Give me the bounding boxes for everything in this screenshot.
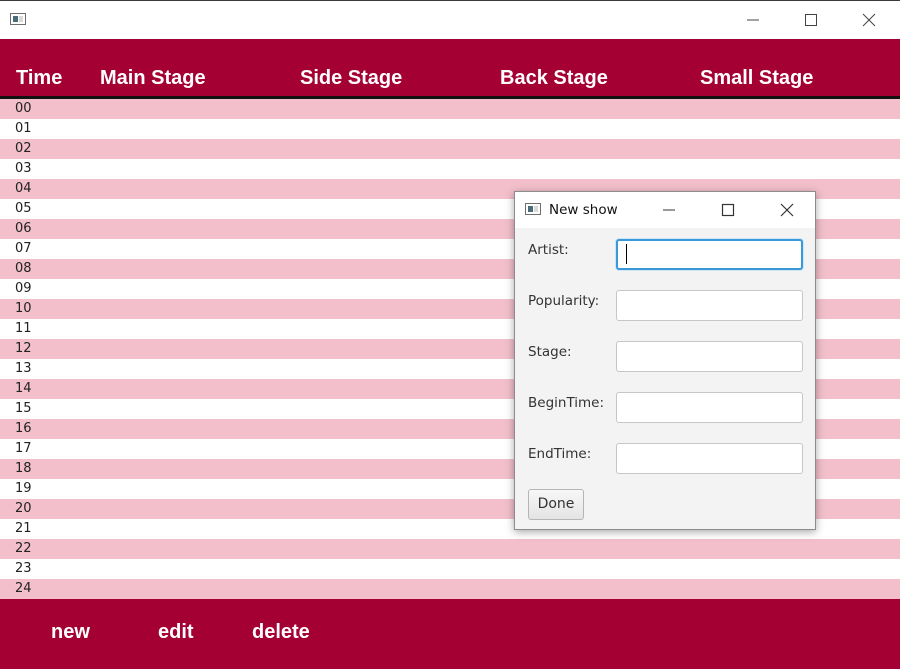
edit-button[interactable]: edit [158,621,194,643]
stage-input[interactable] [616,341,803,372]
maximize-icon [805,14,817,26]
dialog-title-bar[interactable]: New show [515,192,815,228]
time-cell: 18 [15,461,32,476]
time-cell: 12 [15,341,32,356]
table-row[interactable]: 24 [0,579,900,599]
minimize-icon [747,19,759,21]
footer-bar: new edit delete [0,599,900,669]
time-cell: 02 [15,141,32,156]
stage-label: Stage: [528,344,572,360]
new-button[interactable]: new [51,621,90,643]
time-cell: 15 [15,401,32,416]
table-row[interactable]: 22 [0,539,900,559]
new-show-dialog: New show Artist: Popularity: Stage: Begi… [514,191,816,530]
time-cell: 04 [15,181,32,196]
time-cell: 05 [15,201,32,216]
time-cell: 11 [15,321,32,336]
time-cell: 09 [15,281,32,296]
artist-input[interactable] [616,239,803,270]
time-cell: 20 [15,501,32,516]
title-bar[interactable] [0,1,900,39]
time-cell: 14 [15,381,32,396]
time-cell: 01 [15,121,32,136]
maximize-button[interactable] [782,1,840,39]
delete-button[interactable]: delete [252,621,310,643]
end-time-label: EndTime: [528,446,592,462]
column-header-back-stage[interactable]: Back Stage [500,67,608,89]
time-cell: 08 [15,261,32,276]
end-time-input[interactable] [616,443,803,474]
time-cell: 03 [15,161,32,176]
close-icon [862,13,876,27]
table-row[interactable]: 03 [0,159,900,179]
time-cell: 19 [15,481,32,496]
time-cell: 23 [15,561,32,576]
schedule-header: Time Main Stage Side Stage Back Stage Sm… [0,39,900,99]
close-button[interactable] [840,1,898,39]
column-header-main-stage[interactable]: Main Stage [100,67,206,89]
dialog-title: New show [549,202,618,218]
table-row[interactable]: 00 [0,99,900,119]
dialog-minimize-button[interactable] [641,192,697,228]
time-cell: 21 [15,521,32,536]
done-button[interactable]: Done [528,489,584,520]
column-header-side-stage[interactable]: Side Stage [300,67,402,89]
dialog-maximize-button[interactable] [700,192,756,228]
text-caret [626,244,627,264]
artist-label: Artist: [528,242,569,258]
time-cell: 13 [15,361,32,376]
minimize-icon [663,209,675,211]
close-icon [780,203,794,217]
dialog-window-icon [525,203,541,215]
time-cell: 22 [15,541,32,556]
table-row[interactable]: 01 [0,119,900,139]
table-row[interactable]: 02 [0,139,900,159]
maximize-icon [721,203,735,217]
time-cell: 24 [15,581,32,596]
column-header-time[interactable]: Time [16,67,62,89]
dialog-close-button[interactable] [759,192,815,228]
popularity-label: Popularity: [528,293,600,309]
app-window-icon [10,13,26,25]
time-cell: 06 [15,221,32,236]
time-cell: 16 [15,421,32,436]
table-row[interactable]: 23 [0,559,900,579]
time-cell: 07 [15,241,32,256]
time-cell: 10 [15,301,32,316]
column-header-small-stage[interactable]: Small Stage [700,67,813,89]
popularity-input[interactable] [616,290,803,321]
time-cell: 00 [15,101,32,116]
begin-time-label: BeginTime: [528,395,605,411]
begin-time-input[interactable] [616,392,803,423]
time-cell: 17 [15,441,32,456]
minimize-button[interactable] [724,1,782,39]
